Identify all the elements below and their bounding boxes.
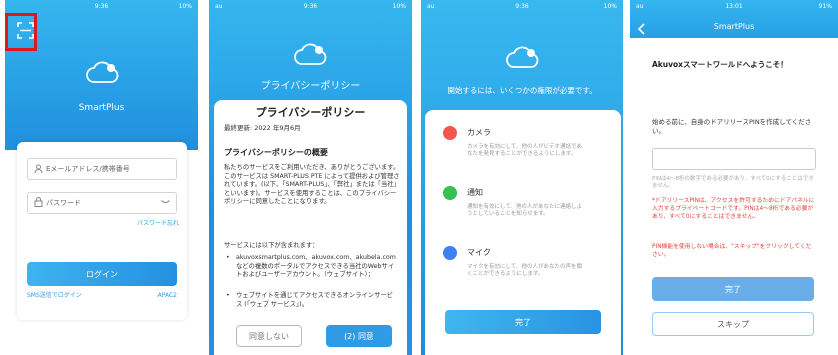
status-battery: 91% [818, 3, 832, 10]
done-button[interactable]: 完了 [445, 310, 601, 334]
password-placeholder: パスワード [46, 199, 81, 207]
permission-name: カメラ [467, 128, 491, 137]
status-time: 9:36 [303, 3, 318, 10]
forgot-password-link[interactable]: パスワード忘れ [137, 220, 179, 228]
skip-button[interactable]: スキップ [652, 312, 814, 336]
person-icon [34, 164, 43, 175]
status-battery: 10% [392, 3, 406, 10]
bullet-text: akuvoxsmartplus.com、akuvox.com、akubela.c… [236, 254, 396, 278]
welcome-text: Akuvoxスマートワールドへようこそ！ [652, 60, 788, 69]
permission-name: マイク [467, 248, 491, 257]
bullet-item: • ウェブサイトを通じてアクセスできるオンラインサービス (「ウェブ サービス」)… [226, 292, 396, 309]
status-time: 13:01 [725, 3, 743, 10]
permission-desc: マイクを有効にして、他の人があなたの声を聞くことができるようにします。 [467, 264, 582, 278]
pin-note: PINは4～8桁の数字である必要があり、すべて0にすることはできません。 [652, 176, 814, 190]
cloud-bell-icon [293, 42, 327, 68]
last-updated: 最終更新: 2022 年9月6月 [224, 124, 301, 132]
agree-button[interactable]: (2) 同意 [326, 325, 392, 347]
status-battery: 10% [178, 3, 192, 10]
privacy-screen: au 9:36 10% プライバシーポリシー プライバシーポリシー 最終更新: … [209, 0, 412, 355]
cloud-bell-icon [505, 45, 539, 71]
section-title: プライバシーポリシーの概要 [224, 148, 328, 157]
login-screen: 9:36 10% SmartPlus Eメールアドレス/携帯番号 パスワード パ… [5, 0, 198, 355]
email-field[interactable]: Eメールアドレス/携帯番号 [27, 158, 177, 180]
pin-setup-screen: au 13:01 91% SmartPlus Akuvoxスマートワールドへよう… [630, 0, 838, 355]
sheet-title: プライバシーポリシー [255, 106, 366, 119]
permissions-intro: 開始するには、いくつかの権限が必要です。 [447, 86, 597, 95]
permission-desc: カメラを有効にして、他の人がビデオ通話であなたを発見することができるようにします… [467, 144, 583, 158]
services-intro: サービスには以下が含まれます： [224, 242, 319, 249]
microphone-icon [443, 246, 457, 260]
highlight-box [5, 13, 37, 51]
status-bar: au 9:36 10% [421, 3, 623, 13]
permission-name: 通知 [467, 188, 483, 197]
bullet-dot: • [226, 292, 230, 299]
bullet-dot: • [226, 254, 230, 261]
privacy-paragraph: 私たちのサービスをご利用いただき、ありがとうございます。このサービスは SMAR… [224, 164, 400, 205]
status-bar: 9:36 10% [5, 3, 198, 13]
permissions-screen: au 9:36 10% 開始するには、いくつかの権限が必要です。 カメラ カメラ… [421, 0, 623, 355]
bullet-text: ウェブサイトを通じてアクセスできるオンラインサービス (「ウェブ サービス」)。 [236, 292, 393, 308]
privacy-sheet: プライバシーポリシー 最終更新: 2022 年9月6月 プライバシーポリシーの概… [214, 100, 407, 355]
status-bar: au 13:01 91% [630, 3, 838, 13]
decline-button[interactable]: 同意しない [236, 325, 302, 347]
pin-input[interactable] [652, 148, 816, 170]
pin-prompt: 始める前に、自身のドアリリースPINを作成してください。 [652, 118, 812, 135]
bullet-item: • akuvoxsmartplus.com、akuvox.com、akubela.… [226, 254, 396, 280]
app-name: SmartPlus [78, 103, 125, 113]
bell-icon [443, 186, 457, 200]
camera-icon [443, 126, 457, 140]
pin-warning: *ドアリリースPINは、アクセスを許可するためにドアパネルに入力するプライベート… [652, 198, 815, 220]
email-placeholder: Eメールアドレス/携帯番号 [46, 165, 130, 173]
permissions-sheet: カメラ カメラを有効にして、他の人がビデオ通話であなたを発見することができるよう… [425, 110, 621, 355]
permission-desc: 通知を有効にして、他の人があなたに連絡しようとしていることを知らせます。 [467, 204, 583, 218]
header-title: SmartPlus [713, 22, 755, 31]
region-link[interactable]: APAC2 [158, 292, 177, 300]
sms-login-link[interactable]: SMS送信でログイン [27, 292, 82, 300]
lock-icon [34, 197, 43, 209]
skip-note: PIN機能を使用しない場合は、"スキップ"をクリックしてください。 [652, 244, 812, 258]
login-button[interactable]: ログイン [27, 262, 177, 286]
status-time: 9:36 [94, 3, 109, 10]
eye-icon[interactable] [161, 199, 170, 207]
status-bar: au 9:36 10% [209, 3, 412, 13]
password-field[interactable]: パスワード [27, 192, 177, 214]
status-time: 9:36 [515, 3, 529, 10]
status-battery: 10% [603, 3, 617, 10]
header-title: プライバシーポリシー [260, 81, 361, 92]
done-button[interactable]: 完了 [652, 277, 814, 301]
login-card: Eメールアドレス/携帯番号 パスワード パスワード忘れ ログイン SMS送信でロ… [17, 142, 187, 320]
cloud-bell-icon [85, 60, 119, 86]
